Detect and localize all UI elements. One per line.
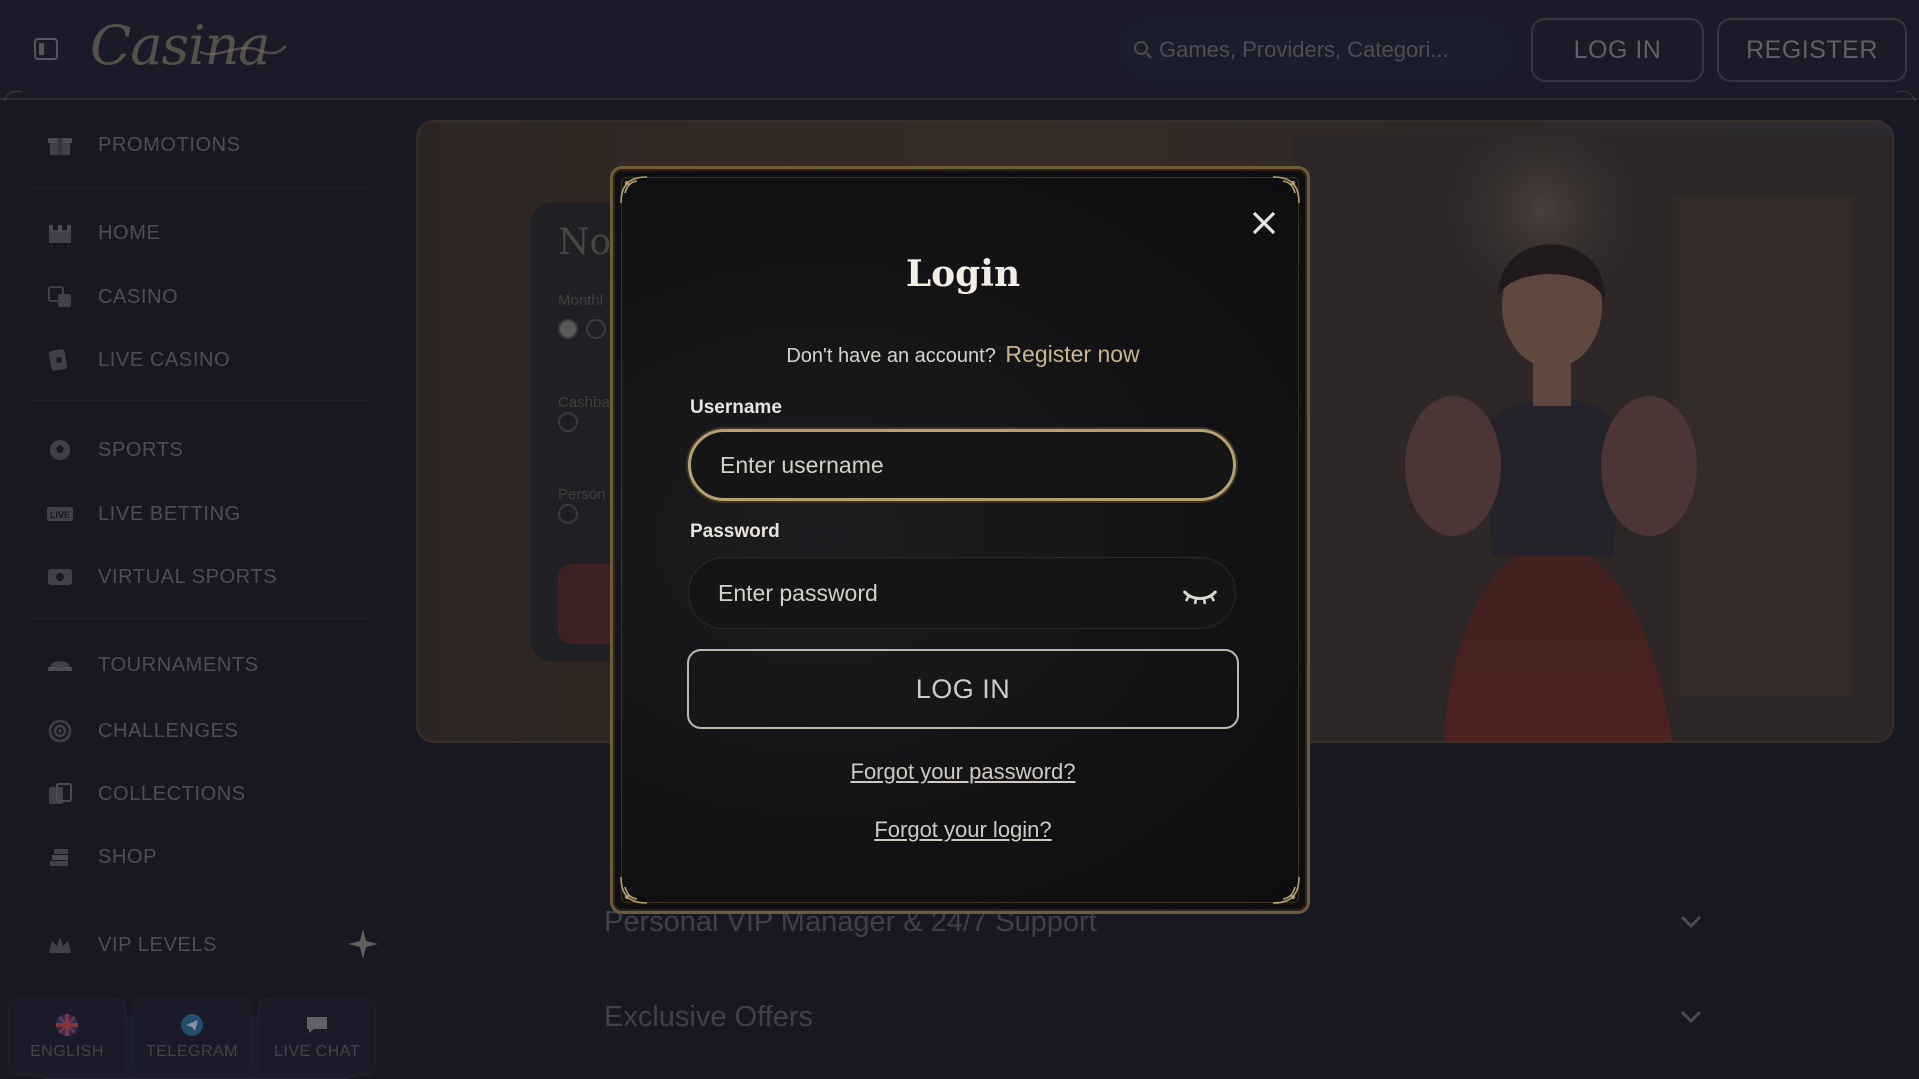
corner-ornament-icon xyxy=(1272,176,1300,204)
corner-ornament-icon xyxy=(1272,876,1300,904)
forgot-password-link[interactable]: Forgot your password? xyxy=(613,759,1313,785)
username-input[interactable] xyxy=(688,429,1236,501)
no-account-text: Don't have an account? xyxy=(786,345,996,367)
modal-title: Login xyxy=(905,253,1021,295)
corner-ornament-icon xyxy=(620,176,648,204)
register-now-link[interactable]: Register now xyxy=(1005,341,1139,367)
register-prompt: Don't have an account? Register now xyxy=(613,341,1313,368)
login-modal: Login Don't have an account? Register no… xyxy=(610,166,1310,914)
login-submit-button[interactable]: LOG IN xyxy=(687,649,1239,729)
eye-closed-icon[interactable] xyxy=(1181,583,1219,607)
corner-ornament-icon xyxy=(620,876,648,904)
password-input[interactable] xyxy=(688,557,1236,629)
close-icon[interactable] xyxy=(1246,205,1282,241)
password-label: Password xyxy=(690,521,780,542)
username-label: Username xyxy=(690,397,782,418)
forgot-login-link[interactable]: Forgot your login? xyxy=(613,817,1313,843)
